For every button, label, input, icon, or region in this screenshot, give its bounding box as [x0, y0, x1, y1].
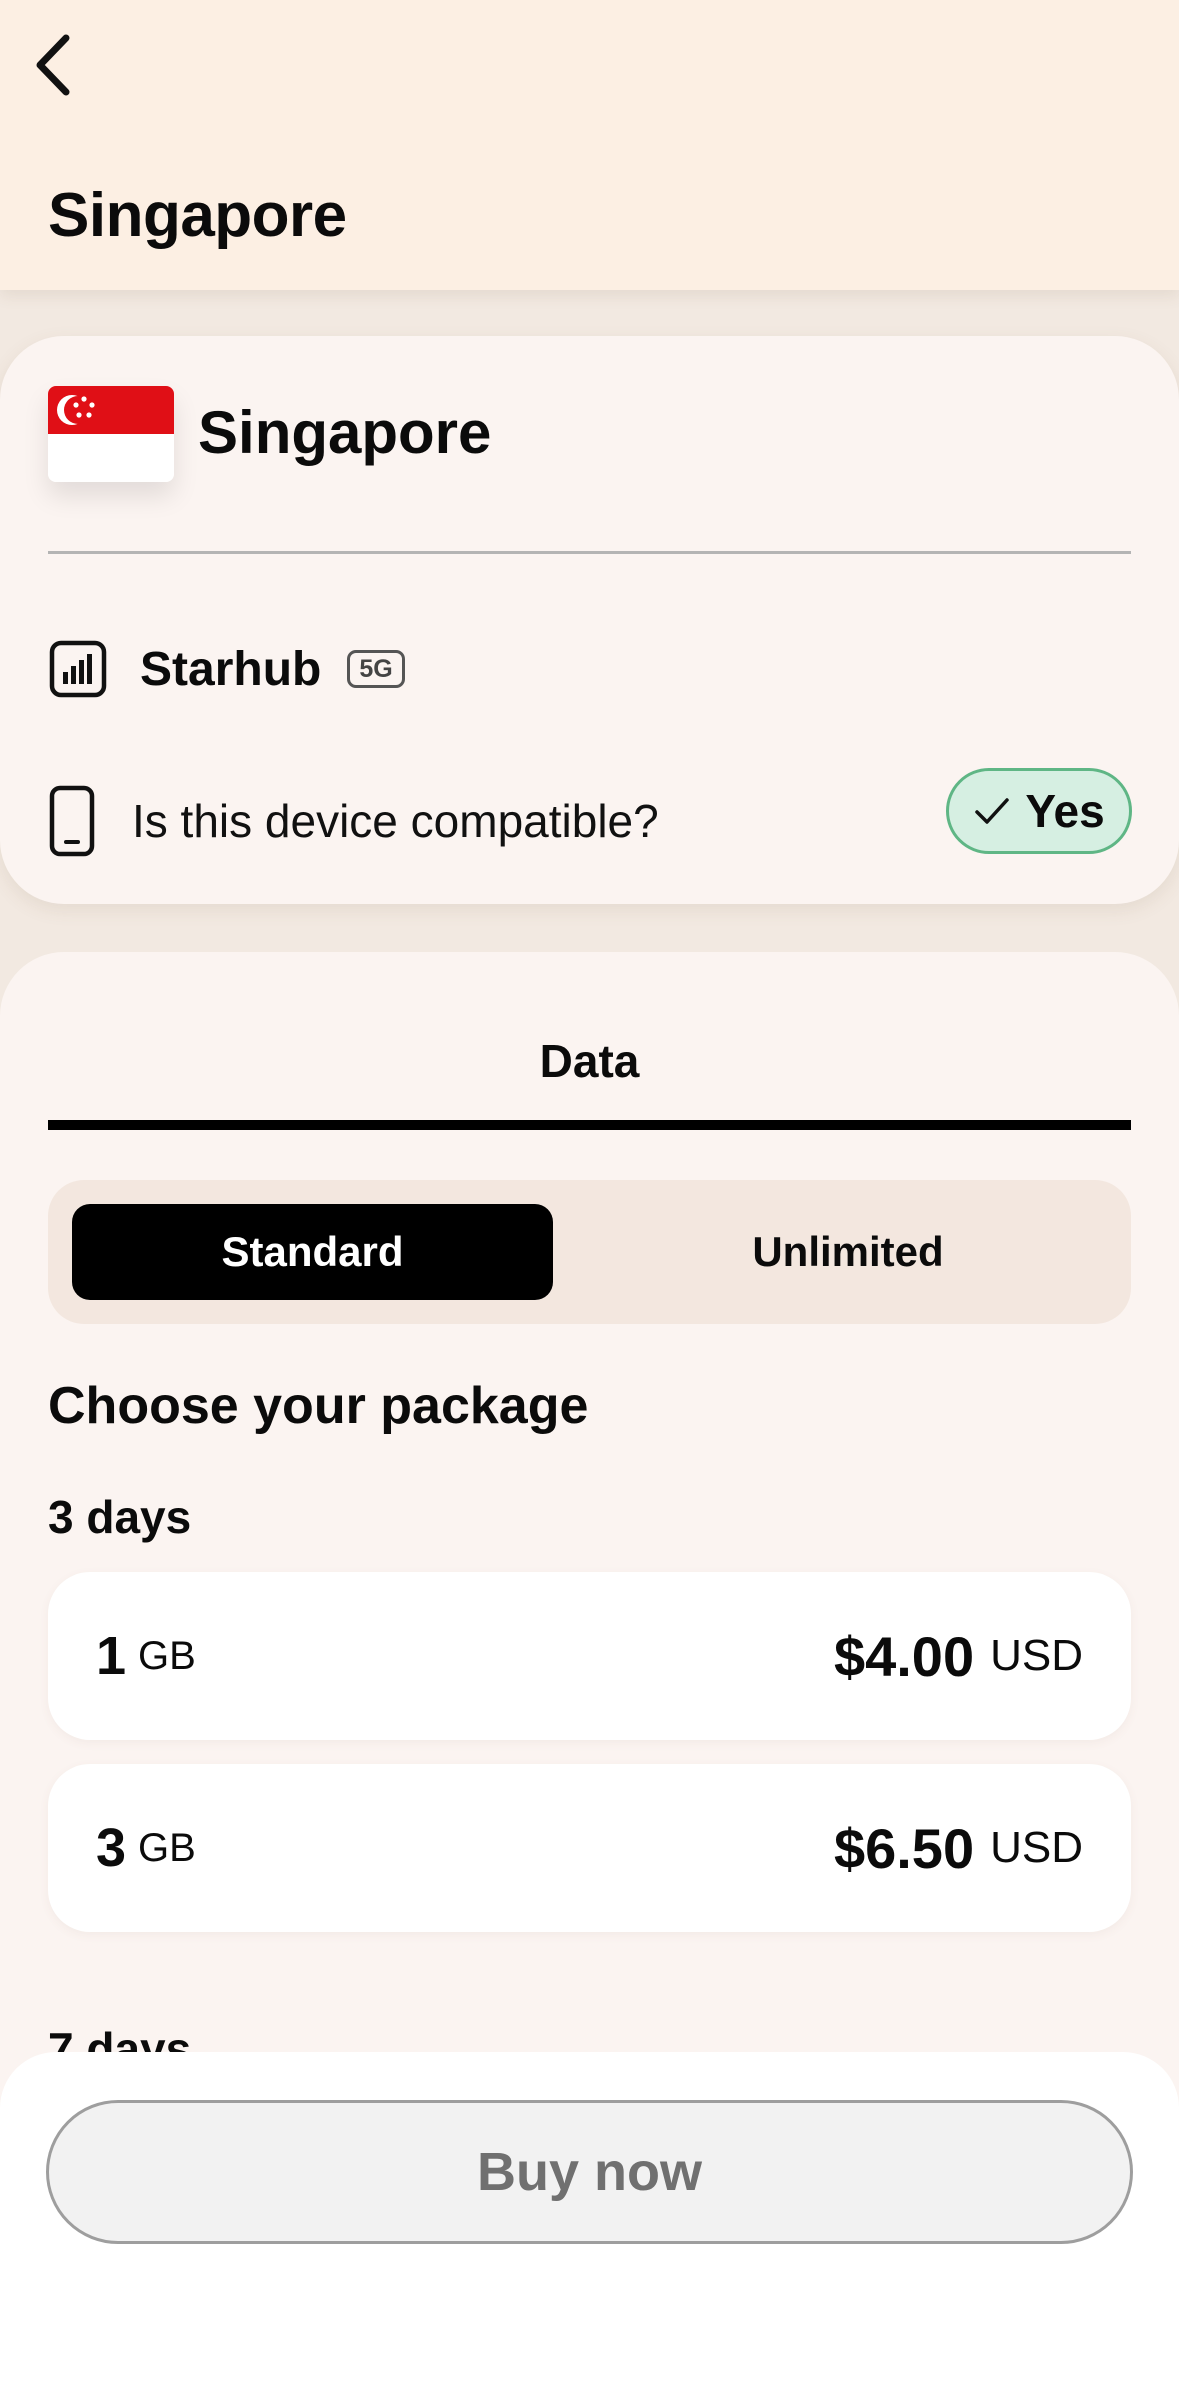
compatibility-status-badge: Yes	[946, 768, 1132, 854]
package-price: $6.50	[833, 1816, 975, 1880]
checkmark-icon	[975, 798, 1010, 824]
compatibility-question: Is this device compatible?	[132, 795, 659, 847]
package-currency: USD	[990, 1823, 1083, 1872]
chevron-left-icon	[36, 34, 70, 96]
page-title: Singapore	[48, 181, 347, 250]
package-currency: USD	[990, 1631, 1083, 1680]
compatibility-answer: Yes	[1025, 785, 1105, 837]
segment-unlimited[interactable]: Unlimited	[589, 1204, 1107, 1300]
phone-icon	[49, 785, 95, 857]
network-name: Starhub	[140, 642, 322, 696]
compatibility-row[interactable]: Is this device compatible?	[48, 766, 659, 876]
tab-active-indicator	[48, 1120, 1131, 1130]
package-amount: 3	[96, 1818, 127, 1878]
buy-now-button[interactable]: Buy now	[46, 2100, 1133, 2244]
network-5g-badge: 5G	[347, 650, 405, 688]
packages-heading: Choose your package	[48, 1377, 589, 1435]
plan-type-segmented-control: Standard Unlimited	[48, 1180, 1131, 1324]
back-button[interactable]	[18, 30, 88, 100]
package-price: $4.00	[833, 1624, 975, 1688]
package-amount: 1	[96, 1626, 127, 1686]
top-header: Singapore	[0, 0, 1179, 290]
package-unit: GB	[138, 1633, 196, 1678]
network-row: Starhub 5G	[48, 632, 405, 706]
country-name: Singapore	[198, 399, 492, 466]
signal-bars-icon	[49, 640, 107, 698]
divider	[48, 551, 1131, 554]
package-group-title: 3 days	[48, 1491, 192, 1543]
country-card: Singapore Starhub 5G Is this device comp…	[0, 336, 1179, 904]
package-option[interactable]: 1 GB $4.00 USD	[48, 1572, 1131, 1740]
bottom-action-bar: Buy now	[0, 2052, 1179, 2396]
package-unit: GB	[138, 1825, 196, 1870]
segment-standard[interactable]: Standard	[72, 1204, 553, 1300]
package-option[interactable]: 3 GB $6.50 USD	[48, 1764, 1131, 1932]
tab-data[interactable]: Data	[0, 1034, 1179, 1088]
singapore-flag-icon	[48, 386, 174, 482]
